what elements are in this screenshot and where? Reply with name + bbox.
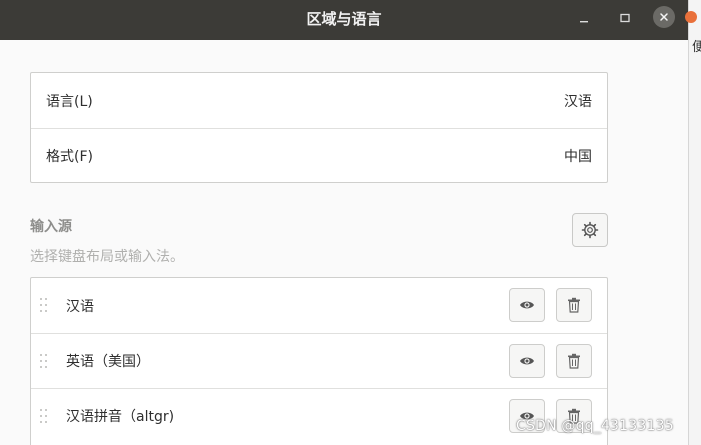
- preview-button[interactable]: [509, 344, 545, 378]
- minimize-icon: [580, 21, 588, 23]
- eye-icon: [520, 357, 534, 365]
- titlebar[interactable]: 区域与语言: [0, 0, 688, 40]
- list-item[interactable]: 汉语: [31, 278, 607, 333]
- watermark: CSDN @qq_43133135: [516, 418, 674, 434]
- background-partial-text: 便: [692, 40, 701, 55]
- notification-dot-icon: [685, 11, 697, 23]
- input-sources-options-button[interactable]: [572, 213, 608, 247]
- gear-icon: [581, 221, 599, 239]
- minimize-button[interactable]: [572, 6, 596, 30]
- input-source-label: 英语（美国）: [66, 354, 150, 370]
- language-value: 汉语: [564, 93, 592, 110]
- input-sources-title: 输入源: [30, 219, 72, 235]
- language-label: 语言(L): [46, 93, 93, 110]
- remove-button[interactable]: [556, 344, 592, 378]
- close-icon: [660, 13, 668, 21]
- trash-icon: [568, 353, 580, 369]
- list-item[interactable]: 汉语拼音（altgr): [31, 388, 607, 443]
- maximize-button[interactable]: [613, 6, 637, 30]
- input-sources-subtitle: 选择键盘布局或输入法。: [30, 249, 184, 265]
- format-row[interactable]: 格式(F) 中国: [31, 128, 607, 183]
- close-button[interactable]: [653, 6, 675, 28]
- language-row[interactable]: 语言(L) 汉语: [31, 73, 607, 128]
- format-value: 中国: [564, 149, 592, 165]
- input-source-label: 汉语拼音（altgr): [66, 409, 175, 425]
- drag-handle-icon[interactable]: [39, 297, 49, 313]
- region-settings-card: 语言(L) 汉语 格式(F) 中国: [30, 72, 608, 183]
- eye-icon: [520, 301, 534, 309]
- drag-handle-icon[interactable]: [39, 353, 49, 369]
- maximize-icon: [620, 13, 630, 23]
- list-item[interactable]: 英语（美国）: [31, 333, 607, 388]
- remove-button[interactable]: [556, 288, 592, 322]
- format-label: 格式(F): [46, 149, 93, 165]
- trash-icon: [568, 297, 580, 313]
- input-source-label: 汉语: [66, 298, 94, 315]
- drag-handle-icon[interactable]: [39, 408, 49, 424]
- preview-button[interactable]: [509, 288, 545, 322]
- background-window-strip: [688, 0, 701, 445]
- region-language-window: 区域与语言 语言(L) 汉语 格式(F) 中国 输入源 选择键盘布局或输入法。: [0, 0, 688, 445]
